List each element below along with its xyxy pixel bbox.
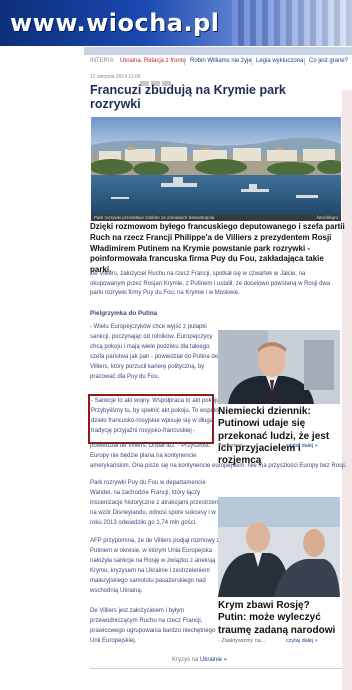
side-meta-1: Prezydent... czytaj dalej » — [218, 443, 340, 449]
header-strip — [84, 47, 352, 55]
p4-line: Putinem w okresie, w którym Unia Europej… — [90, 548, 213, 554]
p4-line: AFP przypomina, że de Villiers podjął ro… — [90, 538, 220, 544]
col-line: szefa państwa jak pan - powiedział do Pu… — [90, 354, 219, 360]
p4-line: wschodnią Ukrainą. — [90, 588, 143, 594]
side-teaser-1: Prezydent... — [218, 443, 248, 449]
quote-line: - Sankcje to akt wojny. Współpraca to ak… — [91, 398, 222, 404]
article-meta: 12 sierpnia 2014 11:06 — [90, 74, 141, 80]
side-photo-putin[interactable] — [218, 330, 340, 404]
watermark-logo: www.wiocha.pl — [10, 9, 220, 37]
p4-line: nałożyła sankcje na Rosję w związku z an… — [90, 558, 216, 564]
nav-link-legia[interactable]: Legia wykluczona — [256, 58, 303, 64]
p3-line: inscenizacje historyczne z atrakcjami pr… — [90, 500, 220, 506]
quote-tail-line: Europy nie będzie plana na kontynencie — [90, 453, 197, 459]
col-line: pracować dla Puy du Fou. — [90, 374, 160, 380]
side-teaser-2: - Zaaktywizmy na... — [218, 638, 266, 644]
harbor-image — [91, 117, 341, 215]
col-line: sankcji, poczynając od rolników. Europej… — [90, 334, 213, 340]
quote-line: Przybyliśmy tu, by spełnić akt pokoju. T… — [91, 408, 222, 414]
footer-topic-link[interactable]: Ukrainie » — [200, 657, 227, 663]
footer-prefix: Kryzys na — [172, 657, 199, 663]
article-photo — [91, 117, 341, 215]
quote-line: dzieło francusko-rosyjskie wpisuje się w… — [91, 418, 214, 424]
photo-caption-text: Park rozrywki przedstawi zdobne za zdrow… — [94, 215, 215, 220]
p4-line: malezyjskiego samolotu pasażerskiego nad — [90, 578, 206, 584]
read-more-link-1[interactable]: czytaj dalej » — [286, 443, 318, 449]
right-edge-strip — [342, 90, 352, 690]
section-subhead: Pielgrzymka do Putina — [90, 310, 158, 317]
col-line: - Wielu Europejczyków chce wyjść z pułap… — [90, 324, 207, 330]
nav-logo[interactable]: INTERIA — [90, 58, 114, 64]
paragraph-1: De Villiers, założyciel Ruchu na rzecz F… — [90, 271, 331, 297]
nav-link-grane[interactable]: Co jest grane? — [309, 58, 348, 64]
article-lead: Dzięki rozmowom byłego francuskiego depu… — [90, 222, 345, 275]
banner-pixel-pattern — [232, 0, 352, 46]
p3-line: Wandei, na zachodzie Francji, który łącz… — [90, 490, 201, 496]
putin-portrait-image — [218, 330, 340, 404]
footer-divider — [90, 668, 342, 669]
quote-tail-line: powiedział de Villiers. Dodał też: - Prz… — [90, 443, 210, 449]
footer-topic: Kryzys na Ukrainie » — [172, 657, 227, 663]
putin-crimea-image — [218, 497, 340, 597]
watermark-banner: www.wiocha.pl — [0, 0, 352, 46]
p5-line: prawicowego ugrupowania bardzo niechętne… — [90, 628, 216, 634]
p5-line: przewodniczącym Ruchu na rzecz Francji, — [90, 618, 203, 624]
article-title: Francuzi zbudują na Krymie park rozrywki — [90, 83, 286, 111]
nav-separator — [251, 58, 252, 65]
nav-link-ukraine[interactable]: Ukraina. Relacja z frontu — [120, 58, 186, 64]
p3-line: roku 2013 odwiedziło go 1,74 mln gości. — [90, 520, 197, 526]
top-navigation: INTERIA Ukraina. Relacja z frontu Robin … — [84, 57, 352, 67]
quote-line: tradycję przyjaźni rosyjsko-francuskiej … — [91, 428, 196, 434]
p5-line: De Villiers jest założycielem i byłym — [90, 608, 185, 614]
nav-separator — [304, 58, 305, 65]
side-meta-2: - Zaaktywizmy na... czytaj dalej » — [218, 638, 340, 644]
col-line: chcą pokoju i mają wiele podziwu dla tak… — [90, 344, 210, 350]
side-headline-1[interactable]: Niemiecki dziennik: Putinowi udaje się p… — [218, 406, 340, 467]
photo-credit: fotoAllegro — [316, 215, 338, 220]
nav-link-robin[interactable]: Robin Williams nie żyje — [190, 58, 252, 64]
photo-caption: Park rozrywki przedstawi zdobne za zdrow… — [91, 215, 341, 221]
p5-line: Unii Europejskiej. — [90, 638, 137, 644]
p4-line: Krymu, kryzysem na Ukrainie i zestrzelen… — [90, 568, 210, 574]
p3-line: na wzór Disneylandu, odnosi spore sukces… — [90, 510, 216, 516]
side-headline-2[interactable]: Krym zbawi Rosję? Putin: może wyleczyć t… — [218, 600, 340, 637]
nav-separator — [184, 58, 185, 65]
col-line: Villiers, który porzucił karierę polityc… — [90, 364, 205, 370]
p3-line: Park rozrywki Puy du Fou w departamencie — [90, 480, 206, 486]
read-more-link-2[interactable]: czytaj dalej » — [286, 638, 318, 644]
side-photo-crimea[interactable] — [218, 497, 340, 597]
share-icons[interactable] — [140, 73, 210, 86]
